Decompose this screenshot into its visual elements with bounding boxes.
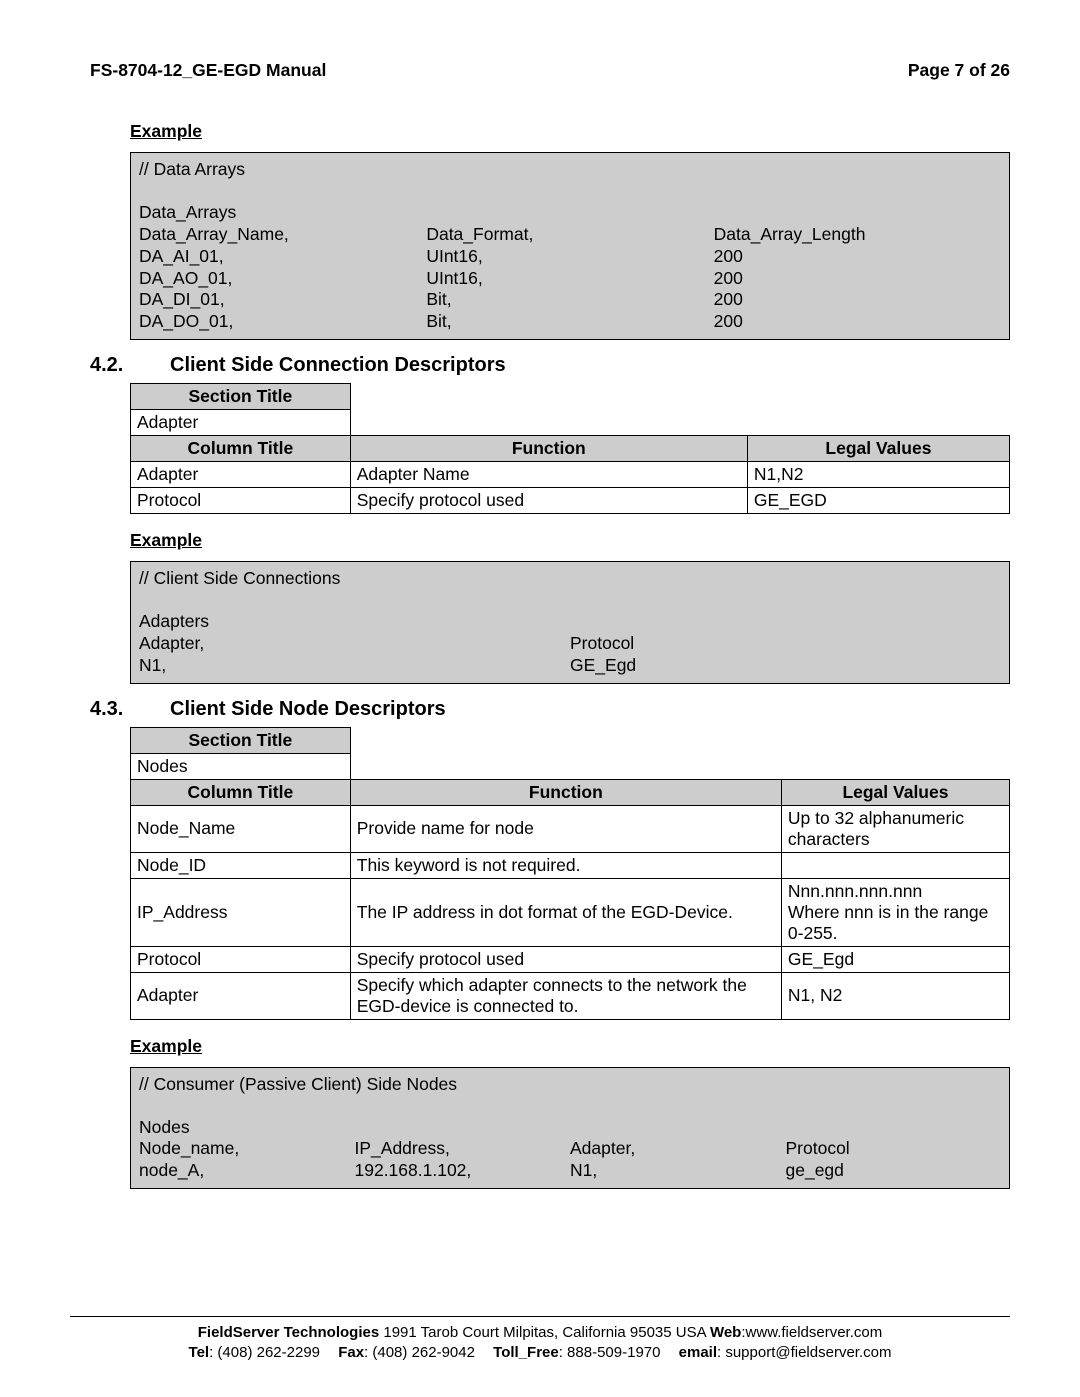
section-heading-4-3: 4.3. Client Side Node Descriptors <box>90 698 1010 721</box>
footer-company: FieldServer Technologies <box>198 1324 379 1341</box>
code-header-row: Adapter, Protocol <box>139 633 1001 655</box>
code-comment: // Data Arrays <box>139 159 1001 181</box>
section-heading-4-2: 4.2. Client Side Connection Descriptors <box>90 354 1010 377</box>
th-legal-values: Legal Values <box>747 436 1009 462</box>
footer-address: 1991 Tarob Court Milpitas, California 95… <box>379 1324 710 1341</box>
table-row: IP_Address The IP address in dot format … <box>131 878 1010 946</box>
example-box-client-connections: // Client Side Connections Adapters Adap… <box>130 561 1010 684</box>
th-column-title: Column Title <box>131 779 351 805</box>
code-declare: Nodes <box>139 1117 1001 1139</box>
code-row: N1, GE_Egd <box>139 655 1001 677</box>
section-title-value: Adapter <box>131 410 351 436</box>
footer-fax-value: : (408) 262-9042 <box>364 1344 475 1361</box>
code-row: DA_DI_01, Bit, 200 <box>139 289 1001 311</box>
footer-email-value: : support@fieldserver.com <box>717 1344 891 1361</box>
example-label-3: Example <box>130 1036 1010 1057</box>
code-row: DA_DO_01, Bit, 200 <box>139 311 1001 333</box>
table-row: Protocol Specify protocol used GE_Egd <box>131 946 1010 972</box>
table-row: Protocol Specify protocol used GE_EGD <box>131 488 1010 514</box>
footer-fax-label: Fax <box>338 1344 364 1361</box>
footer-tollfree-label: Toll_Free <box>493 1344 559 1361</box>
code-header-row: Node_name, IP_Address, Adapter, Protocol <box>139 1138 1001 1160</box>
code-row: DA_AI_01, UInt16, 200 <box>139 246 1001 268</box>
code-header-row: Data_Array_Name, Data_Format, Data_Array… <box>139 224 1001 246</box>
code-row: node_A, 192.168.1.102, N1, ge_egd <box>139 1160 1001 1182</box>
code-declare: Adapters <box>139 611 1001 633</box>
footer-tel-label: Tel <box>189 1344 210 1361</box>
table-row: Node_ID This keyword is not required. <box>131 852 1010 878</box>
footer-web-label: Web <box>710 1324 741 1341</box>
code-declare: Data_Arrays <box>139 202 1001 224</box>
footer-email-label: email <box>679 1344 717 1361</box>
table-row: Node_Name Provide name for node Up to 32… <box>131 805 1010 852</box>
code-row: DA_AO_01, UInt16, 200 <box>139 268 1001 290</box>
th-section-title: Section Title <box>131 384 351 410</box>
th-column-title: Column Title <box>131 436 351 462</box>
code-comment: // Consumer (Passive Client) Side Nodes <box>139 1074 1001 1096</box>
example-box-data-arrays: // Data Arrays Data_Arrays Data_Array_Na… <box>130 152 1010 340</box>
footer-tollfree-value: : 888-509-1970 <box>559 1344 661 1361</box>
code-comment: // Client Side Connections <box>139 568 1001 590</box>
table-row: Adapter Specify which adapter connects t… <box>131 972 1010 1019</box>
footer-tel-value: : (408) 262-2299 <box>209 1344 320 1361</box>
th-legal-values: Legal Values <box>781 779 1009 805</box>
example-label-2: Example <box>130 530 1010 551</box>
example-label-1: Example <box>130 121 1010 142</box>
page-header: FS-8704-12_GE-EGD Manual Page 7 of 26 <box>90 60 1010 81</box>
th-function: Function <box>350 779 781 805</box>
footer-web-value: :www.fieldserver.com <box>741 1324 882 1341</box>
page-footer: FieldServer Technologies 1991 Tarob Cour… <box>70 1316 1010 1364</box>
table-connection-descriptors: Section Title Adapter Column Title Funct… <box>130 383 1010 514</box>
manual-title: FS-8704-12_GE-EGD Manual <box>90 60 326 81</box>
th-section-title: Section Title <box>131 727 351 753</box>
th-function: Function <box>350 436 747 462</box>
example-box-consumer-nodes: // Consumer (Passive Client) Side Nodes … <box>130 1067 1010 1190</box>
table-row: Adapter Adapter Name N1,N2 <box>131 462 1010 488</box>
page-number: Page 7 of 26 <box>908 60 1010 81</box>
table-node-descriptors: Section Title Nodes Column Title Functio… <box>130 727 1010 1020</box>
section-title-value: Nodes <box>131 753 351 779</box>
